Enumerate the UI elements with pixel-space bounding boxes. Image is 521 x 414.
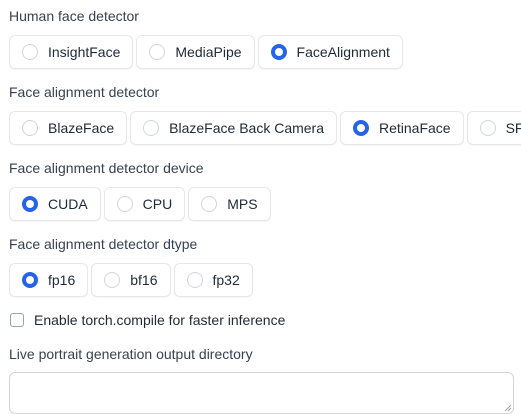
face-detector-option-facealignment[interactable]: FaceAlignment [257, 35, 403, 69]
alignment-dtype-radio-group: fp16 bf16 fp32 [9, 263, 253, 297]
radio-icon [104, 272, 121, 288]
radio-icon [479, 120, 496, 136]
dtype-option-fp16[interactable]: fp16 [9, 263, 89, 297]
alignment-detector-label: Face alignment detector [9, 84, 160, 100]
radio-selected-icon [22, 196, 38, 212]
option-label: InsightFace [48, 44, 121, 60]
alignment-option-retinaface[interactable]: RetinaFace [340, 111, 464, 145]
alignment-device-radio-group: CUDA CPU MPS [9, 187, 271, 221]
option-label: FaceAlignment [296, 44, 390, 60]
radio-selected-icon [270, 44, 287, 60]
alignment-option-sfd[interactable]: SFD [466, 111, 521, 145]
alignment-detector-group: Face alignment detector BlazeFace BlazeF… [9, 83, 521, 145]
radio-selected-icon [22, 272, 38, 288]
output-dir-group: Live portrait generation output director… [9, 345, 514, 414]
resize-grip-icon[interactable] [504, 404, 512, 412]
option-label: SFD [505, 120, 521, 136]
option-label: fp16 [48, 272, 76, 288]
option-label: BlazeFace Back Camera [169, 120, 324, 136]
alignment-dtype-label: Face alignment detector dtype [9, 236, 198, 252]
alignment-option-blazeface[interactable]: BlazeFace [9, 111, 128, 145]
output-dir-label: Live portrait generation output director… [9, 346, 253, 362]
alignment-dtype-group: Face alignment detector dtype fp16 bf16 … [9, 235, 253, 297]
option-label: bf16 [130, 272, 158, 288]
option-label: MPS [227, 196, 258, 212]
option-label: MediaPipe [175, 44, 242, 60]
alignment-detector-radio-group: BlazeFace BlazeFace Back Camera RetinaFa… [9, 111, 521, 145]
option-label: CPU [142, 196, 173, 212]
face-detector-option-insightface[interactable]: InsightFace [9, 35, 134, 69]
option-label: CUDA [48, 196, 88, 212]
alignment-device-group: Face alignment detector device CUDA CPU … [9, 159, 271, 221]
option-label: BlazeFace [48, 120, 115, 136]
device-option-cpu[interactable]: CPU [103, 187, 186, 221]
face-detector-label: Human face detector [9, 8, 139, 24]
device-option-mps[interactable]: MPS [188, 187, 271, 221]
torch-compile-row[interactable]: Enable torch.compile for faster inferenc… [9, 310, 285, 330]
device-option-cuda[interactable]: CUDA [9, 187, 101, 221]
option-label: fp32 [212, 272, 240, 288]
output-dir-textarea[interactable] [9, 372, 514, 414]
radio-icon [22, 120, 38, 136]
radio-icon [201, 196, 218, 212]
radio-icon [186, 272, 203, 288]
face-detector-option-mediapipe[interactable]: MediaPipe [136, 35, 255, 69]
alignment-device-label: Face alignment detector device [9, 160, 204, 176]
face-detector-group: Human face detector InsightFace MediaPip… [9, 7, 403, 69]
radio-icon [22, 44, 38, 60]
option-label: RetinaFace [379, 120, 451, 136]
torch-compile-label: Enable torch.compile for faster inferenc… [34, 312, 286, 328]
radio-icon [143, 120, 160, 136]
radio-icon [116, 196, 133, 212]
radio-icon [149, 44, 166, 60]
dtype-option-bf16[interactable]: bf16 [91, 263, 171, 297]
torch-compile-checkbox[interactable] [10, 313, 24, 327]
face-detector-radio-group: InsightFace MediaPipe FaceAlignment [9, 35, 403, 69]
radio-selected-icon [353, 120, 369, 136]
dtype-option-fp32[interactable]: fp32 [173, 263, 253, 297]
alignment-option-blazeface-back-camera[interactable]: BlazeFace Back Camera [130, 111, 337, 145]
